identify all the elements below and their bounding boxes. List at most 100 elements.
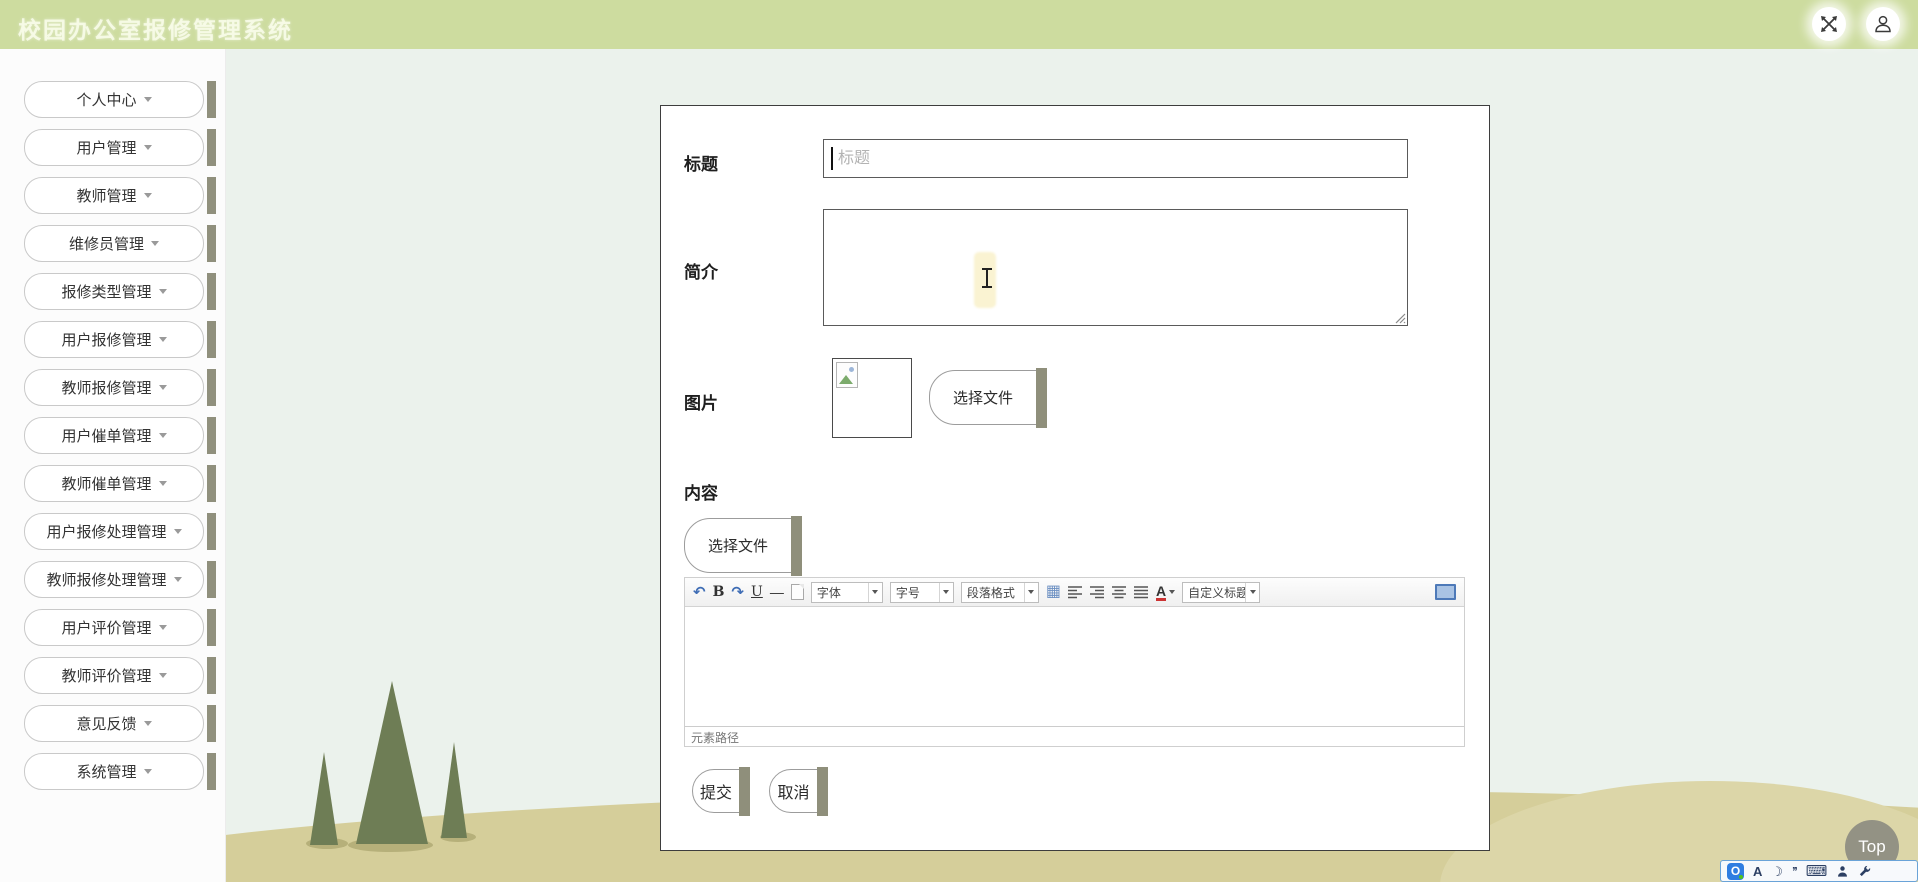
chevron-down-icon [143,97,152,102]
bold-icon[interactable]: B [713,585,725,599]
ime-logo-icon[interactable]: O [1727,862,1744,880]
font-family-select[interactable]: 字体 [810,581,883,603]
sidebar-item[interactable]: 用户报修管理 [24,321,216,358]
sidebar-item[interactable]: 教师报修处理管理 [24,561,216,598]
content-choose-file-button[interactable]: 选择文件 [684,516,802,576]
font-color-icon[interactable]: A [1155,584,1167,601]
user-button[interactable] [1866,7,1900,41]
chevron-down-icon [151,241,159,246]
title-label: 标题 [684,155,718,174]
ime-punctuation-icon[interactable]: ’’ [1792,865,1798,878]
fullscreen-editor-icon[interactable] [1435,584,1456,600]
resize-grip-icon[interactable] [1395,313,1406,324]
ime-language-icon[interactable]: A [1753,865,1762,878]
ime-account-icon[interactable] [1836,865,1849,878]
app-title: 校园办公室报修管理系统 [18,17,293,43]
chevron-down-icon [143,721,152,726]
editor-status-bar: 元素路径 [685,726,1464,747]
sidebar-item[interactable]: 教师管理 [24,177,216,214]
sidebar-item[interactable]: 教师催单管理 [24,465,216,502]
select-arrow-icon [1245,582,1259,602]
sidebar-item-label: 用户报修处理管理 [46,524,167,541]
sidebar-item[interactable]: 用户催单管理 [24,417,216,454]
cancel-label: 取消 [777,785,810,802]
rich-text-editor: ↶ B ↷ U — 字体 字号 段落格式 ▦ A 自定义标题 元素路径 [684,577,1465,747]
sidebar-item[interactable]: 维修员管理 [24,225,216,262]
broken-image-icon [836,362,858,388]
sidebar-item[interactable]: 个人中心 [24,81,216,118]
submit-button[interactable]: 提交 [692,767,750,816]
sidebar-item-label: 意见反馈 [76,716,137,733]
sidebar-item-label: 个人中心 [76,92,137,109]
cancel-button[interactable]: 取消 [769,767,828,816]
ime-fullwidth-moon-icon[interactable]: ☽ [1771,865,1783,878]
font-size-select-value: 字号 [895,585,920,600]
sidebar-item[interactable]: 教师报修管理 [24,369,216,406]
intro-textarea[interactable] [823,209,1408,326]
choose-file-label: 选择文件 [952,390,1013,407]
horizontal-rule-icon[interactable]: — [770,585,784,599]
chevron-down-icon [158,433,167,438]
insert-table-icon[interactable]: ▦ [1046,584,1061,600]
select-arrow-icon [1023,582,1038,602]
align-right-icon[interactable] [1089,585,1105,599]
expand-arrows-icon [1821,16,1837,32]
image-choose-file-button[interactable]: 选择文件 [929,368,1047,428]
paragraph-format-select[interactable]: 段落格式 [960,581,1039,603]
add-record-form-panel: 标题 简介 图片 选择文件 内容 选择文件 ↶ B ↷ U [660,105,1490,851]
sidebar-item-label: 系统管理 [76,764,137,781]
image-preview-box [832,358,912,438]
chevron-down-icon [143,145,152,150]
chevron-down-icon [158,385,167,390]
select-arrow-icon [867,582,882,602]
title-input[interactable] [823,139,1408,178]
tree-icon [441,742,467,838]
sidebar: 个人中心 用户管理 教师管理 维修员管理 报修类型管理 用户报修管理 教师报修管… [0,49,226,882]
intro-label: 简介 [684,263,718,282]
ime-keyboard-icon[interactable]: ⌨ [1806,864,1828,879]
tree-icon [356,681,428,844]
align-center-icon[interactable] [1111,585,1127,599]
font-family-select-value: 字体 [816,585,841,600]
sidebar-item-label: 报修类型管理 [61,284,152,301]
sidebar-item[interactable]: 用户管理 [24,129,216,166]
image-label: 图片 [684,394,718,413]
sidebar-item[interactable]: 意见反馈 [24,705,216,742]
font-color-arrow-icon[interactable] [1169,590,1176,594]
sidebar-item-label: 用户报修管理 [61,332,152,349]
sidebar-item[interactable]: 系统管理 [24,753,216,790]
chevron-down-icon [158,625,167,630]
sidebar-item-label: 用户评价管理 [61,620,152,637]
sidebar-item-label: 用户催单管理 [61,428,152,445]
sidebar-item-label: 教师管理 [76,188,137,205]
align-justify-icon[interactable] [1133,585,1149,599]
paste-icon[interactable] [790,584,804,600]
redo-icon[interactable]: ↷ [731,585,744,600]
header: 校园办公室报修管理系统 [0,0,1918,49]
ibeam-cursor [982,268,992,288]
sidebar-item-label: 教师报修处理管理 [46,572,167,589]
font-size-select[interactable]: 字号 [889,581,954,603]
select-arrow-icon [938,582,953,602]
chevron-down-icon [158,481,167,486]
align-left-icon[interactable] [1067,585,1083,599]
person-icon [1875,15,1891,33]
underline-icon[interactable]: U [751,585,763,599]
chevron-down-icon [173,529,182,534]
custom-title-select-value: 自定义标题 [1188,585,1246,600]
sidebar-item[interactable]: 用户评价管理 [24,609,216,646]
sidebar-item[interactable]: 教师评价管理 [24,657,216,694]
sidebar-menu: 个人中心 用户管理 教师管理 维修员管理 报修类型管理 用户报修管理 教师报修管… [0,81,225,790]
custom-title-select[interactable]: 自定义标题 [1182,581,1261,603]
chevron-down-icon [158,337,167,342]
submit-label: 提交 [699,785,732,802]
app-window: 校园办公室报修管理系统 个人中心 用户管理 教师管理 维修员管理 报修类型管理 … [0,0,1918,882]
sidebar-item[interactable]: 报修类型管理 [24,273,216,310]
ime-toolbar: O A ☽ ’’ ⌨ [1720,860,1918,882]
editor-content[interactable] [685,607,1464,726]
sidebar-item[interactable]: 用户报修处理管理 [24,513,216,550]
undo-icon[interactable]: ↶ [693,585,706,600]
fullscreen-button[interactable] [1812,7,1846,41]
ime-wrench-icon[interactable] [1858,865,1871,878]
sidebar-item-label: 用户管理 [76,140,137,157]
